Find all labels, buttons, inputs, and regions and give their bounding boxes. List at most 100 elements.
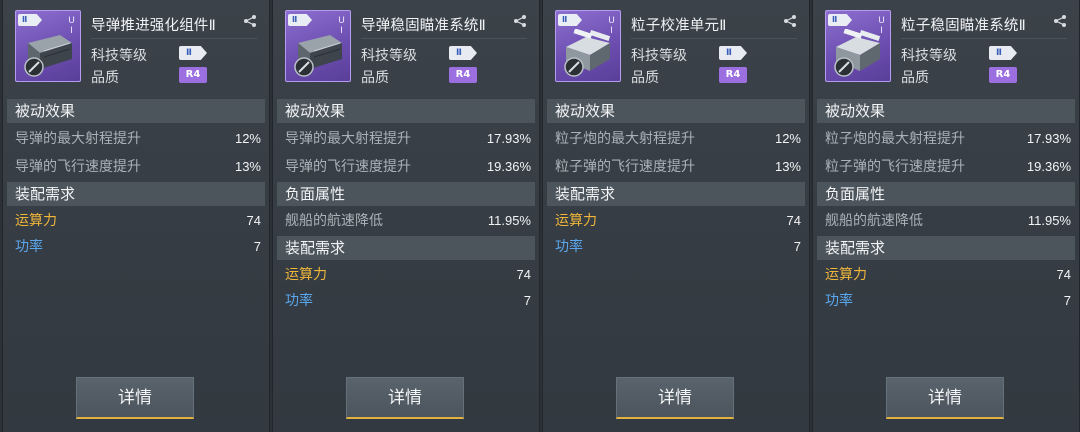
- stat-label: 粒子弹的飞行速度提升: [825, 159, 965, 175]
- module-title: 导弹推进强化组件Ⅱ: [91, 18, 216, 34]
- passive-row: 粒子弹的飞行速度提升 19.36%: [825, 154, 1071, 180]
- module-thumbnail[interactable]: Ⅱ U I: [825, 10, 891, 82]
- tech-level-badge: Ⅱ: [989, 46, 1017, 60]
- passive-row: 导弹的飞行速度提升 13%: [15, 154, 261, 180]
- power-label: 功率: [15, 239, 43, 255]
- power-value: 7: [253, 239, 261, 254]
- module-title: 导弹稳固瞄准系统Ⅱ: [361, 18, 486, 34]
- stat-label: 导弹的最大射程提升: [285, 131, 411, 147]
- stat-label: 粒子炮的最大射程提升: [825, 131, 965, 147]
- header-divider: [631, 38, 797, 39]
- stat-label: 导弹的飞行速度提升: [15, 159, 141, 175]
- card-header: Ⅱ U I 粒子校准单元Ⅱ 科技等级 Ⅱ 品质 R4: [543, 0, 809, 95]
- module-thumbnail[interactable]: Ⅱ U I: [285, 10, 351, 82]
- missile-module-icon: [24, 35, 72, 77]
- details-button[interactable]: 详情: [886, 377, 1004, 419]
- particle-module-icon: [834, 29, 881, 77]
- tech-level-badge: Ⅱ: [179, 46, 207, 60]
- quality-badge: R4: [449, 67, 477, 83]
- quality-label: 品质: [901, 70, 929, 86]
- stat-value: 19.36%: [486, 159, 531, 174]
- stat-value: 12%: [774, 131, 801, 146]
- header-divider: [361, 38, 527, 39]
- details-button[interactable]: 详情: [616, 377, 734, 419]
- stat-value: 13%: [774, 159, 801, 174]
- share-icon[interactable]: [1053, 14, 1067, 28]
- stat-value: 11.95%: [487, 213, 531, 228]
- negative-row: 舰船的航速降低 11.95%: [825, 208, 1071, 234]
- module-thumbnail[interactable]: Ⅱ U I: [15, 10, 81, 82]
- card-header: Ⅱ U I 导弹稳固瞄准系统Ⅱ 科技等级 Ⅱ 品质 R4: [273, 0, 539, 95]
- section-passive-effects: 被动效果: [817, 99, 1075, 123]
- quality-badge: R4: [179, 67, 207, 83]
- compute-value: 74: [246, 213, 261, 228]
- requirement-row-power: 功率 7: [15, 234, 261, 260]
- negative-row: 舰船的航速降低 11.95%: [285, 208, 531, 234]
- passive-row: 粒子炮的最大射程提升 12%: [555, 126, 801, 152]
- section-passive-effects: 被动效果: [547, 99, 805, 123]
- tier-chip: Ⅱ: [558, 14, 582, 26]
- missile-module-icon: [294, 35, 342, 77]
- requirement-row-compute: 运算力 74: [555, 208, 801, 234]
- module-card[interactable]: Ⅱ U I 粒子稳固瞄准系统Ⅱ 科技等级 Ⅱ 品质 R4 被动效果 粒子炮的最大…: [812, 0, 1080, 432]
- power-label: 功率: [285, 293, 313, 309]
- module-card[interactable]: Ⅱ U I 导弹推进强化组件Ⅱ 科技等级 Ⅱ 品质 R4 被动效果 导弹的最大射…: [2, 0, 270, 432]
- section-requirements: 装配需求: [7, 182, 265, 206]
- quality-label: 品质: [631, 70, 659, 86]
- section-negative-attributes: 负面属性: [277, 182, 535, 206]
- stat-value: 12%: [234, 131, 261, 146]
- power-label: 功率: [825, 293, 853, 309]
- tech-level-label: 科技等级: [91, 48, 147, 64]
- requirement-row-power: 功率 7: [555, 234, 801, 260]
- stat-label: 粒子炮的最大射程提升: [555, 131, 695, 147]
- stat-value: 11.95%: [1027, 213, 1071, 228]
- compute-value: 74: [516, 267, 531, 282]
- tech-level-label: 科技等级: [901, 48, 957, 64]
- power-label: 功率: [555, 239, 583, 255]
- tech-level-badge: Ⅱ: [449, 46, 477, 60]
- section-passive-effects: 被动效果: [277, 99, 535, 123]
- requirement-row-compute: 运算力 74: [285, 262, 531, 288]
- stat-value: 19.36%: [1026, 159, 1071, 174]
- share-icon[interactable]: [513, 14, 527, 28]
- stat-label: 舰船的航速降低: [825, 213, 923, 229]
- stat-label: 导弹的飞行速度提升: [285, 159, 411, 175]
- stat-label: 粒子弹的飞行速度提升: [555, 159, 695, 175]
- stat-value: 17.93%: [1026, 131, 1071, 146]
- section-requirements: 装配需求: [277, 236, 535, 260]
- passive-row: 导弹的飞行速度提升 19.36%: [285, 154, 531, 180]
- module-card[interactable]: Ⅱ U I 粒子校准单元Ⅱ 科技等级 Ⅱ 品质 R4 被动效果 粒子炮的最大射程…: [542, 0, 810, 432]
- power-value: 7: [793, 239, 801, 254]
- tier-chip: Ⅱ: [18, 14, 42, 26]
- module-title: 粒子稳固瞄准系统Ⅱ: [901, 18, 1026, 34]
- tier-chip: Ⅱ: [828, 14, 852, 26]
- stat-value: 17.93%: [486, 131, 531, 146]
- tech-level-badge: Ⅱ: [719, 46, 747, 60]
- quality-badge: R4: [719, 67, 747, 83]
- details-button[interactable]: 详情: [76, 377, 194, 419]
- requirement-row-compute: 运算力 74: [825, 262, 1071, 288]
- module-card[interactable]: Ⅱ U I 导弹稳固瞄准系统Ⅱ 科技等级 Ⅱ 品质 R4 被动效果 导弹的最大射…: [272, 0, 540, 432]
- compute-label: 运算力: [825, 267, 867, 283]
- stat-label: 导弹的最大射程提升: [15, 131, 141, 147]
- passive-row: 导弹的最大射程提升 17.93%: [285, 126, 531, 152]
- quality-label: 品质: [91, 70, 119, 86]
- details-button[interactable]: 详情: [346, 377, 464, 419]
- compute-value: 74: [786, 213, 801, 228]
- passive-row: 粒子弹的飞行速度提升 13%: [555, 154, 801, 180]
- share-icon[interactable]: [243, 14, 257, 28]
- module-title: 粒子校准单元Ⅱ: [631, 18, 727, 34]
- requirement-row-power: 功率 7: [825, 288, 1071, 314]
- module-thumbnail[interactable]: Ⅱ U I: [555, 10, 621, 82]
- tier-chip: Ⅱ: [288, 14, 312, 26]
- header-divider: [901, 38, 1067, 39]
- stat-label: 舰船的航速降低: [285, 213, 383, 229]
- section-requirements: 装配需求: [547, 182, 805, 206]
- passive-row: 导弹的最大射程提升 12%: [15, 126, 261, 152]
- power-value: 7: [523, 293, 531, 308]
- share-icon[interactable]: [783, 14, 797, 28]
- quality-badge: R4: [989, 67, 1017, 83]
- compute-label: 运算力: [285, 267, 327, 283]
- section-passive-effects: 被动效果: [7, 99, 265, 123]
- passive-row: 粒子炮的最大射程提升 17.93%: [825, 126, 1071, 152]
